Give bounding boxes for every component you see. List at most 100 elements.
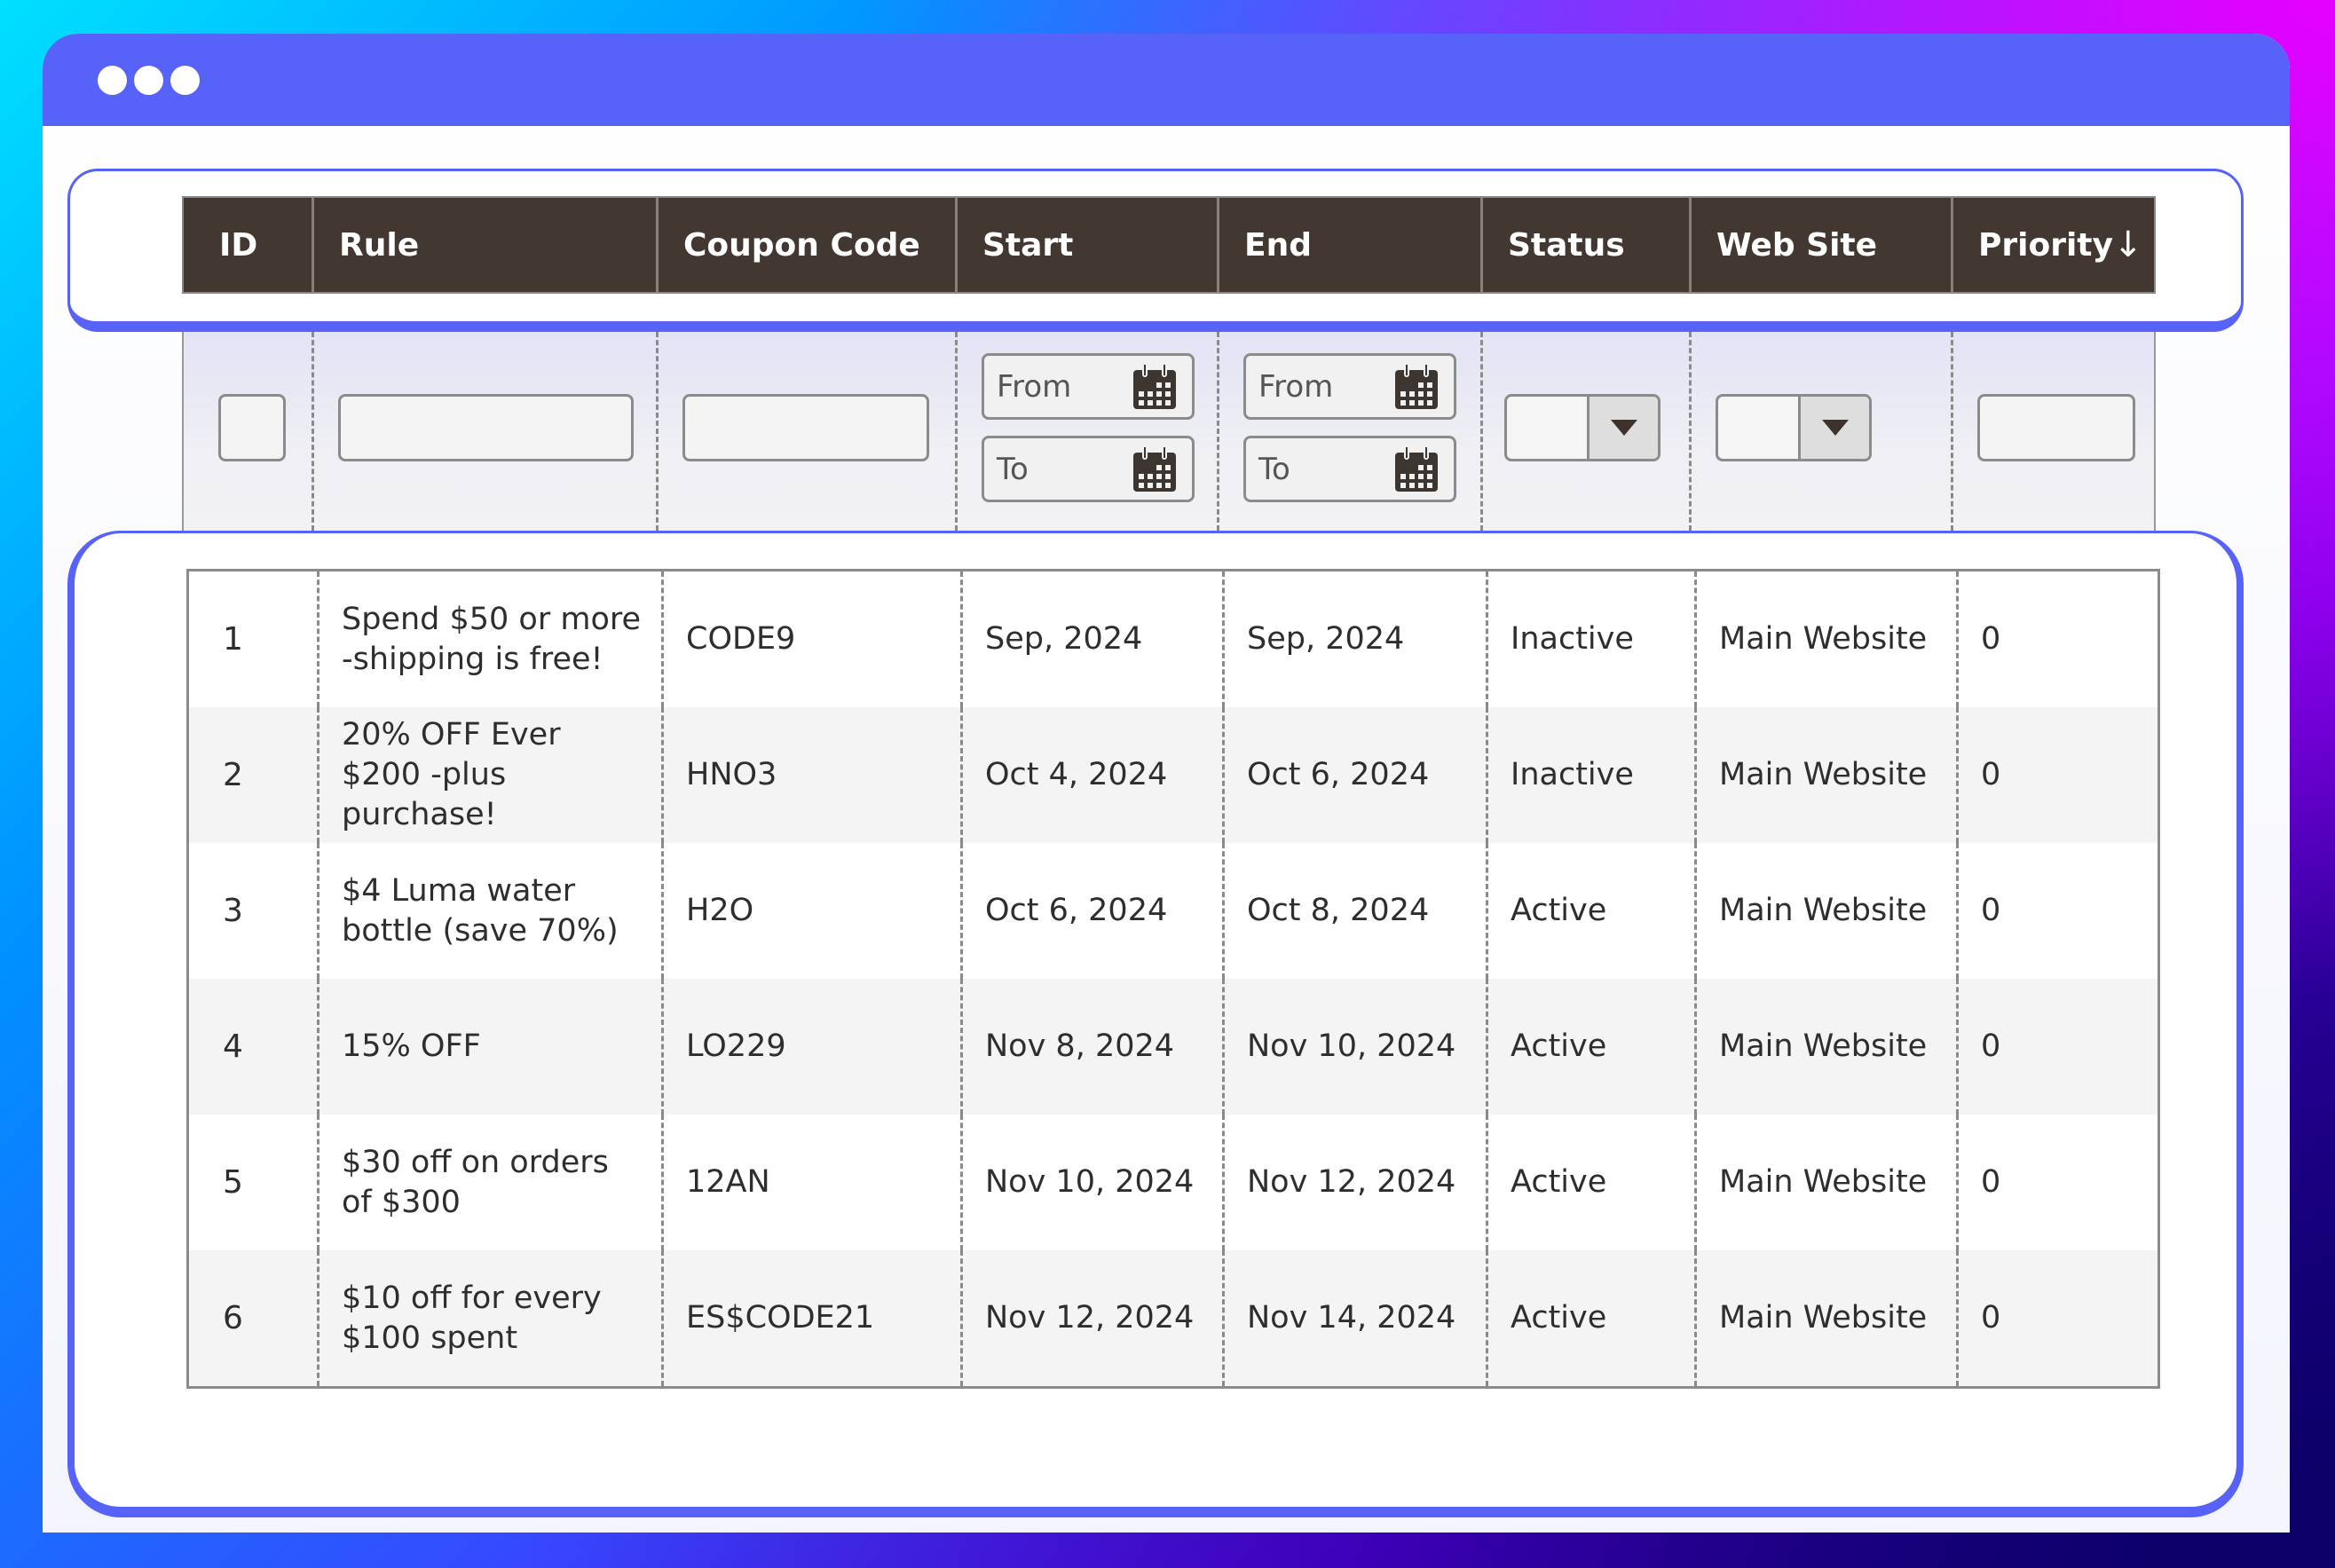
- cell-website: Main Website: [1694, 979, 1956, 1115]
- filter-cell-website: [1689, 332, 1951, 531]
- cell-end: Nov 10, 2024: [1222, 979, 1486, 1115]
- table-body: 1 Spend $50 or more -shipping is free! C…: [186, 569, 2160, 1389]
- status-filter-select[interactable]: [1504, 394, 1661, 461]
- start-from-input[interactable]: From: [982, 353, 1195, 420]
- coupon-code-text: 12AN: [686, 1164, 770, 1200]
- filter-cell-status: [1480, 332, 1689, 531]
- cell-start: Nov 8, 2024: [960, 979, 1222, 1115]
- end-from-input[interactable]: From: [1243, 353, 1456, 420]
- cell-priority: 0: [1956, 979, 2163, 1115]
- column-label: Priority: [1978, 226, 2113, 264]
- cell-rule: Spend $50 or more -shipping is free!: [317, 571, 661, 707]
- column-label: Rule: [339, 226, 420, 264]
- cell-rule: 15% OFF: [317, 979, 661, 1115]
- arrow-down-icon[interactable]: ↓: [2113, 225, 2143, 265]
- rule-text: 20% OFF Ever $200 -plus purchase!: [342, 717, 561, 832]
- cell-coupon-code: 12AN: [661, 1115, 960, 1250]
- table-row[interactable]: 6 $10 off for every $100 spent ES$CODE21…: [189, 1250, 2158, 1386]
- end-to-input[interactable]: To: [1243, 436, 1456, 502]
- column-header-start[interactable]: Start: [955, 198, 1217, 292]
- cell-start: Nov 10, 2024: [960, 1115, 1222, 1250]
- priority-text: 0: [1981, 621, 2001, 657]
- status-text: Inactive: [1511, 621, 1634, 657]
- start-date-text: Nov 10, 2024: [985, 1164, 1195, 1200]
- column-header-rule[interactable]: Rule: [312, 198, 656, 292]
- cell-id: 2: [189, 707, 317, 843]
- priority-text: 0: [1981, 1164, 2001, 1200]
- column-header-priority[interactable]: Priority ↓: [1951, 198, 2158, 292]
- column-label: Web Site: [1716, 226, 1878, 264]
- cell-id: 6: [189, 1250, 317, 1386]
- filter-cell-coupon: [656, 332, 955, 531]
- priority-text: 0: [1981, 893, 2001, 928]
- start-to-input[interactable]: To: [982, 436, 1195, 502]
- end-date-text: Nov 14, 2024: [1247, 1300, 1456, 1336]
- table-row[interactable]: 2 20% OFF Ever $200 -plus purchase! HNO3…: [189, 707, 2158, 843]
- status-text: Active: [1511, 1164, 1607, 1200]
- coupon-code-text: H2O: [686, 893, 754, 928]
- cell-id: 4: [189, 979, 317, 1115]
- browser-window: ID Rule Coupon Code Start End Status Web…: [43, 34, 2290, 1533]
- priority-filter-input[interactable]: [1977, 394, 2135, 461]
- window-dot-3[interactable]: [170, 66, 200, 95]
- chevron-down-icon: [1821, 420, 1849, 436]
- end-date-text: Oct 8, 2024: [1247, 893, 1430, 928]
- id-text: 2: [223, 757, 243, 793]
- filter-cell-rule: [312, 332, 656, 531]
- cell-priority: 0: [1956, 707, 2163, 843]
- coupon-filter-input[interactable]: [682, 394, 929, 461]
- column-header-id[interactable]: ID: [184, 198, 312, 292]
- column-header-status[interactable]: Status: [1480, 198, 1689, 292]
- table-row[interactable]: 1 Spend $50 or more -shipping is free! C…: [189, 571, 2158, 707]
- cell-status: Active: [1486, 843, 1694, 979]
- dropdown-button[interactable]: [1587, 397, 1658, 459]
- placeholder-text: From: [1258, 368, 1334, 405]
- placeholder-text: From: [997, 368, 1072, 405]
- column-header-coupon-code[interactable]: Coupon Code: [656, 198, 955, 292]
- table-row[interactable]: 4 15% OFF LO229 Nov 8, 2024 Nov 10, 2024…: [189, 979, 2158, 1115]
- cell-start: Oct 4, 2024: [960, 707, 1222, 843]
- column-label: Coupon Code: [683, 226, 920, 264]
- start-date-text: Nov 8, 2024: [985, 1028, 1175, 1064]
- table-row[interactable]: 5 $30 off on orders of $300 12AN Nov 10,…: [189, 1115, 2158, 1250]
- calendar-icon[interactable]: [1392, 363, 1441, 413]
- column-header-end[interactable]: End: [1217, 198, 1480, 292]
- window-controls: [98, 66, 200, 95]
- start-date-text: Sep, 2024: [985, 621, 1143, 657]
- calendar-icon[interactable]: [1130, 445, 1179, 495]
- website-text: Main Website: [1719, 1300, 1928, 1336]
- cell-start: Oct 6, 2024: [960, 843, 1222, 979]
- column-header-website[interactable]: Web Site: [1689, 198, 1951, 292]
- window-dot-1[interactable]: [98, 66, 127, 95]
- cell-start: Nov 12, 2024: [960, 1250, 1222, 1386]
- chevron-down-icon: [1610, 420, 1637, 436]
- rule-text: Spend $50 or more -shipping is free!: [342, 601, 642, 677]
- status-text: Active: [1511, 1300, 1607, 1336]
- table-row[interactable]: 3 $4 Luma water bottle (save 70%) H2O Oc…: [189, 843, 2158, 979]
- window-dot-2[interactable]: [134, 66, 163, 95]
- cell-rule: 20% OFF Ever $200 -plus purchase!: [317, 707, 661, 843]
- cell-status: Active: [1486, 1250, 1694, 1386]
- filter-cell-start: From To: [955, 332, 1217, 531]
- id-filter-input[interactable]: [218, 394, 286, 461]
- website-filter-select[interactable]: [1716, 394, 1872, 461]
- calendar-icon[interactable]: [1392, 445, 1441, 495]
- column-label: ID: [219, 226, 258, 264]
- id-text: 4: [223, 1028, 243, 1065]
- cell-coupon-code: H2O: [661, 843, 960, 979]
- id-text: 6: [223, 1300, 243, 1336]
- website-text: Main Website: [1719, 757, 1928, 792]
- column-label: Status: [1508, 226, 1625, 264]
- rule-text: $10 off for every $100 spent: [342, 1280, 602, 1356]
- cell-priority: 0: [1956, 1115, 2163, 1250]
- cell-website: Main Website: [1694, 1250, 1956, 1386]
- dropdown-button[interactable]: [1798, 397, 1869, 459]
- cell-website: Main Website: [1694, 1115, 1956, 1250]
- title-bar: [43, 34, 2290, 126]
- end-date-text: Nov 10, 2024: [1247, 1028, 1456, 1064]
- rule-text: 15% OFF: [342, 1028, 481, 1064]
- rule-filter-input[interactable]: [338, 394, 634, 461]
- cell-priority: 0: [1956, 1250, 2163, 1386]
- table-header-card: ID Rule Coupon Code Start End Status Web…: [67, 169, 2244, 332]
- calendar-icon[interactable]: [1130, 363, 1179, 413]
